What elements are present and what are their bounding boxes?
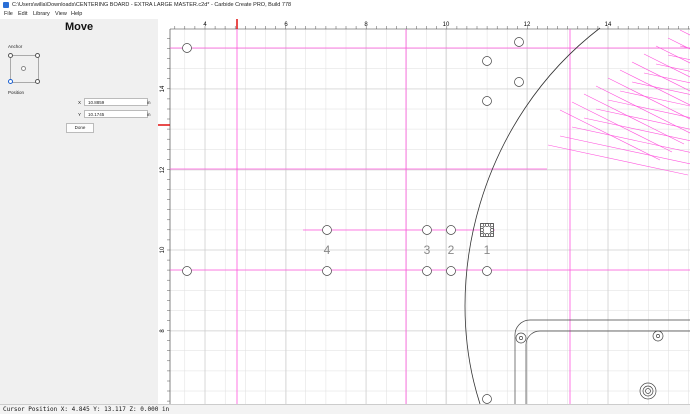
move-panel: Move Anchor Position X 10.8859 in Y 10.1… — [0, 19, 159, 404]
x-position-input[interactable]: 10.8859 — [84, 98, 148, 106]
anchor-label: Anchor — [8, 44, 23, 49]
title-bar: C:\Users\willa\Downloads\CENTERING BOARD… — [0, 0, 690, 10]
x-unit: in — [147, 100, 151, 105]
done-button[interactable]: Done — [66, 123, 94, 133]
selection-handle[interactable] — [480, 233, 484, 237]
x-label: X — [78, 100, 82, 105]
y-label: Y — [78, 112, 82, 117]
menu-bar: File Edit Library View Help — [0, 10, 690, 19]
y-tick-10: 10 — [160, 246, 166, 253]
anchor-bottom-left[interactable] — [8, 79, 13, 84]
y-tick-12: 12 — [160, 166, 166, 173]
menu-help[interactable]: Help — [71, 10, 82, 19]
anchor-selector — [8, 53, 40, 84]
status-bar: Cursor Position X: 4.845 Y: 13.117 Z: 0.… — [0, 404, 690, 414]
selection-handle[interactable] — [490, 228, 494, 232]
menu-library[interactable]: Library — [33, 10, 50, 19]
anchor-bottom-right[interactable] — [35, 79, 40, 84]
selection-handle[interactable] — [480, 223, 484, 227]
x-tick-10: 10 — [443, 22, 450, 28]
hole-label-3: 3 — [424, 243, 431, 257]
x-tick-14: 14 — [605, 22, 612, 28]
menu-edit[interactable]: Edit — [18, 10, 27, 19]
selection-handle[interactable] — [485, 233, 489, 237]
anchor-top-right[interactable] — [35, 53, 40, 58]
left-ruler — [158, 29, 170, 404]
y-position-input[interactable]: 10.1745 — [84, 110, 148, 118]
selection-handle[interactable] — [490, 223, 494, 227]
hole-label-4: 4 — [324, 243, 331, 257]
menu-file[interactable]: File — [4, 10, 13, 19]
x-tick-12: 12 — [524, 22, 531, 28]
hole-label-2: 2 — [448, 243, 455, 257]
y-unit: in — [147, 112, 151, 117]
app-icon — [3, 2, 9, 8]
selected-hole — [480, 223, 494, 237]
menu-view[interactable]: View — [55, 10, 67, 19]
window-title: C:\Users\willa\Downloads\CENTERING BOARD… — [12, 2, 292, 8]
selection-handle[interactable] — [485, 223, 489, 227]
canvas-drawing[interactable]: 4 6 8 10 12 14 14 12 10 8 4 3 2 1 — [158, 19, 690, 405]
anchor-top-left[interactable] — [8, 53, 13, 58]
position-label: Position — [8, 90, 25, 95]
anchor-center[interactable] — [21, 66, 26, 71]
panel-title: Move — [64, 21, 94, 33]
y-tick-14: 14 — [160, 85, 166, 92]
hole-label-1: 1 — [484, 243, 491, 257]
top-ruler — [170, 19, 690, 29]
selection-handle[interactable] — [490, 233, 494, 237]
design-canvas[interactable]: 4 6 8 10 12 14 14 12 10 8 4 3 2 1 — [158, 19, 690, 405]
selection-handle[interactable] — [480, 228, 484, 232]
